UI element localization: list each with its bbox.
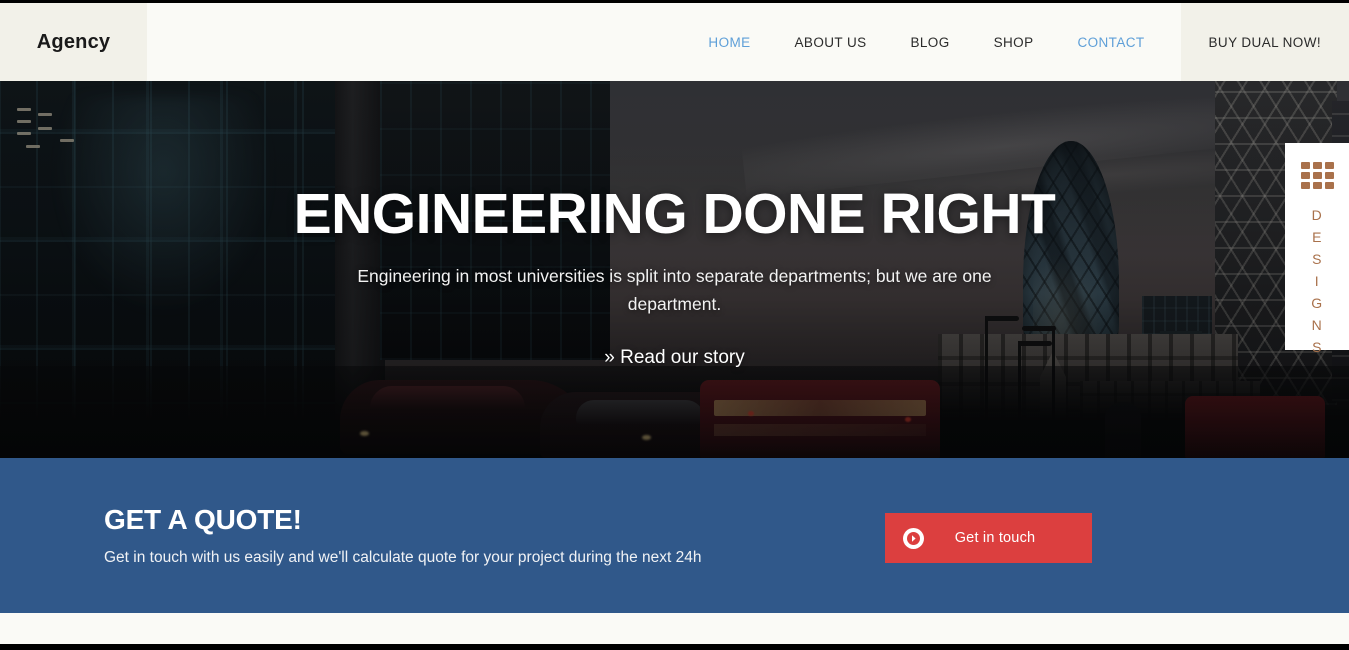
- site-logo: Agency: [36, 30, 111, 53]
- hero-read-our-story-link[interactable]: » Read our story: [604, 347, 744, 369]
- arrow-right-circle-icon: [903, 527, 924, 549]
- designs-letter: E: [1312, 228, 1322, 245]
- hero-content: ENGINEERING DONE RIGHT Engineering in mo…: [0, 81, 1349, 458]
- nav-item-blog[interactable]: BLOG: [889, 3, 972, 81]
- designs-letter: S: [1312, 338, 1322, 355]
- logo-block[interactable]: Agency: [0, 3, 147, 81]
- nav-item-about-us[interactable]: ABOUT US: [773, 3, 889, 81]
- bottom-black-bar: [0, 644, 1349, 650]
- nav-item-home[interactable]: HOME: [686, 3, 772, 81]
- designs-tab-label: D E S I G N S: [1311, 205, 1322, 359]
- grid-cell: [1312, 172, 1322, 179]
- site-header: Agency HOME ABOUT US BLOG SHOP CONTACT B…: [0, 3, 1349, 81]
- designs-letter: N: [1311, 316, 1323, 333]
- hero-title: ENGINEERING DONE RIGHT: [293, 182, 1056, 246]
- grid-cell: [1300, 182, 1310, 189]
- main-navigation: HOME ABOUT US BLOG SHOP CONTACT BUY DUAL…: [686, 3, 1349, 81]
- grid-cell: [1312, 182, 1322, 189]
- get-a-quote-band: GET A QUOTE! Get in touch with us easily…: [0, 458, 1349, 613]
- hero-subtitle: Engineering in most universities is spli…: [357, 266, 992, 315]
- get-in-touch-button[interactable]: Get in touch: [885, 513, 1092, 563]
- designs-letter: I: [1314, 272, 1320, 289]
- grid-cell: [1312, 162, 1322, 169]
- get-in-touch-button-label: Get in touch: [954, 530, 1036, 546]
- page-root: Agency HOME ABOUT US BLOG SHOP CONTACT B…: [0, 0, 1349, 650]
- nav-item-buy-dual-now[interactable]: BUY DUAL NOW!: [1180, 3, 1349, 81]
- grid-cell: [1324, 172, 1334, 179]
- designs-letter: G: [1311, 294, 1323, 311]
- nav-item-shop[interactable]: SHOP: [972, 3, 1056, 81]
- hero-section: ENGINEERING DONE RIGHT Engineering in mo…: [0, 81, 1349, 458]
- designs-side-tab[interactable]: D E S I G N S: [1285, 143, 1349, 355]
- grid-cell: [1324, 162, 1334, 169]
- grid-3x3-icon: [1300, 162, 1334, 189]
- grid-cell: [1300, 172, 1310, 179]
- lower-content-strip: [0, 613, 1349, 644]
- nav-item-contact[interactable]: CONTACT: [1055, 3, 1166, 81]
- grid-cell: [1324, 182, 1334, 189]
- header-spacer: [147, 3, 686, 81]
- designs-letter: D: [1311, 207, 1323, 223]
- grid-cell: [1300, 162, 1310, 169]
- designs-letter: S: [1312, 250, 1322, 267]
- top-black-bar: [0, 0, 1349, 3]
